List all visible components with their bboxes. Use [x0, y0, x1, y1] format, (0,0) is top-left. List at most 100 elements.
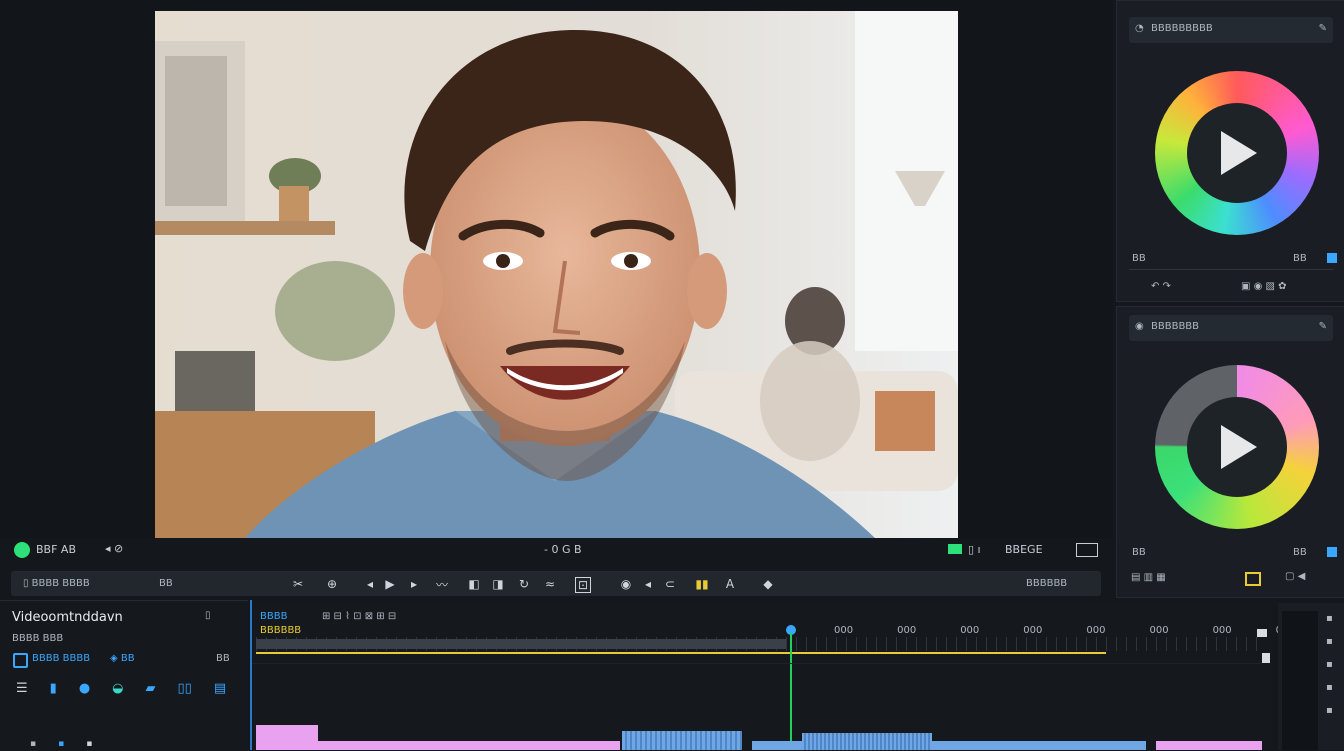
library-subtitle: BBBB BBB — [12, 633, 64, 644]
panel-bottom-header: ◉ BBBBBBB ✎ — [1129, 315, 1333, 341]
text-icon[interactable]: A — [723, 577, 737, 591]
clip[interactable] — [1156, 741, 1262, 750]
link-icon[interactable]: ⊂ — [663, 577, 677, 591]
close-icon[interactable]: ▯ — [205, 610, 211, 621]
color-wheel-bottom[interactable] — [1155, 365, 1319, 529]
panel-bottom-title: BBBBBBB — [1151, 321, 1200, 332]
viewer-toolbar: ▯ BBBB BBBB BB ✂ ⊕ ◂ ▶ ▸ 〰 ◧ ◨ ↻ ≈ ⊡ ◉ ◂… — [11, 571, 1101, 596]
pin-icon[interactable]: ⊕ — [325, 577, 339, 591]
square-icon[interactable]: ▪ — [1326, 705, 1333, 716]
zoom-handle[interactable] — [1257, 629, 1267, 637]
library-filter-icon[interactable]: ◈ BB — [110, 653, 135, 664]
color-panel-top: ◔ BBBBBBBBB ✎ BB BB ↶ ↷ ▣ ◉ ▧ ✿ — [1116, 0, 1344, 302]
grid-view-icon[interactable] — [1076, 543, 1098, 557]
tag-icon[interactable]: ✎ — [1319, 321, 1327, 332]
forward-icon[interactable]: ▸ — [407, 577, 421, 591]
square-icon[interactable]: ▪ — [1326, 659, 1333, 670]
ruler-mark: 000 — [960, 625, 980, 636]
volume-icon[interactable]: ◂ — [641, 577, 655, 591]
text-icon[interactable]: ▰ — [146, 681, 156, 696]
speed-icon[interactable]: ≈ — [543, 577, 557, 591]
effects-icon[interactable]: ◒ — [112, 681, 123, 696]
timeline-tools[interactable]: ⊞ ⊟ ⌇ ⊡ ⊠ ⊞ ⊟ — [322, 611, 396, 622]
square-icon[interactable]: ▪ — [1326, 682, 1333, 693]
library-tab[interactable]: BBBB BBBB — [32, 653, 90, 664]
panel-bottom-actions[interactable]: ▢ ◀ — [1285, 571, 1305, 582]
audio-icon[interactable]: ● — [79, 681, 90, 696]
timeline-clip-label: BBBBBB — [260, 625, 302, 636]
viewer-left-label: BBF AB — [36, 543, 76, 556]
crop-icon[interactable]: ⊡ — [575, 577, 591, 593]
square-icon[interactable]: ▪ — [1326, 613, 1333, 624]
panel-top-icon: ◔ — [1135, 23, 1144, 34]
green-flag-icon — [948, 544, 962, 554]
timecode-label: - 0 G B — [544, 543, 582, 556]
scissors-icon[interactable]: ✂ — [291, 577, 305, 591]
toolbar-right-label: BBBBBB — [1026, 578, 1068, 589]
library-bottom-tools: ▪ ▪ ▪ — [30, 739, 92, 749]
panel-top-title: BBBBBBBBB — [1151, 23, 1213, 34]
camera-icon[interactable]: ◉ — [619, 577, 633, 591]
panel-top-label-left: BB — [1132, 253, 1146, 264]
video-icon[interactable]: ▮ — [50, 681, 57, 696]
ruler-marks: 000 000 000 000 000 000 000 000 — [834, 625, 1295, 636]
viewer-left-gutter — [0, 0, 155, 538]
templates-icon[interactable]: ▤ — [214, 681, 226, 696]
marker-icon[interactable]: ▮▮ — [695, 577, 709, 591]
panel-top-header: ◔ BBBBBBBBB ✎ — [1129, 17, 1333, 43]
video-track[interactable] — [252, 663, 1262, 724]
video-viewer[interactable] — [155, 11, 958, 538]
meter-icons: ▪ ▪ ▪ ▪ ▪ — [1326, 613, 1333, 716]
panel-bottom-icon: ◉ — [1135, 321, 1144, 332]
audio-clip[interactable] — [622, 731, 742, 750]
viewer-top-gutter — [155, 0, 958, 11]
play-icon[interactable]: ▶ — [383, 577, 397, 591]
edit-icon[interactable]: ✎ — [1319, 23, 1327, 34]
media-library-panel: Videoomtnddavn ▯ BBBB BBB BBBB BBBB ◈ BB… — [0, 600, 248, 751]
settings-icon[interactable] — [1327, 547, 1337, 557]
ruler-mark: 000 — [1212, 625, 1232, 636]
list-icon[interactable]: ☰ — [16, 681, 28, 696]
panel-top-actions[interactable]: ▣ ◉ ▧ ✿ — [1241, 281, 1287, 292]
panel-bottom-tools[interactable]: ▤ ▥ ▦ — [1131, 572, 1166, 583]
record-indicator-icon — [14, 542, 30, 558]
library-title: Videoomtnddavn — [12, 610, 123, 625]
bottom-tool-icon[interactable]: ▪ — [30, 739, 36, 749]
loop-icon[interactable]: ↻ — [517, 577, 531, 591]
library-tab-icon[interactable] — [13, 653, 28, 668]
ruler-mark: 000 — [1086, 625, 1106, 636]
ruler-range — [256, 639, 786, 649]
mark-in-icon[interactable]: ◧ — [467, 577, 481, 591]
curve-icon[interactable]: 〰 — [435, 577, 449, 592]
rewind-icon[interactable]: ◂ — [363, 577, 377, 591]
audio-meter — [1282, 611, 1318, 750]
library-count: BB — [216, 653, 230, 664]
chevron-icon[interactable]: ◂ ⊘ — [105, 542, 123, 555]
scroll-handle[interactable] — [1262, 653, 1270, 663]
diamond-icon[interactable]: ◆ — [761, 577, 775, 591]
clip[interactable] — [256, 741, 620, 750]
folder-icon[interactable] — [1245, 572, 1261, 586]
mark-out-icon[interactable]: ◨ — [491, 577, 505, 591]
ruler-mark: 000 — [897, 625, 917, 636]
timeline-header-label: BBBB — [260, 611, 288, 622]
bottom-tool-icon[interactable]: ▪ — [58, 739, 64, 749]
viewer-right-label: BBEGE — [1005, 543, 1043, 556]
viewer-right-gutter — [958, 0, 1113, 538]
timeline[interactable]: BBBB ⊞ ⊟ ⌇ ⊡ ⊠ ⊞ ⊟ BBBBBB 000 000 000 00… — [252, 603, 1295, 750]
square-icon[interactable]: ▪ — [1326, 636, 1333, 647]
settings-icon[interactable] — [1327, 253, 1337, 263]
work-area-bar[interactable] — [256, 652, 1106, 654]
panel-bottom-label-left: BB — [1132, 547, 1146, 558]
undo-icon[interactable]: ↶ ↷ — [1151, 281, 1171, 292]
video-frame — [155, 11, 958, 538]
play-icon[interactable] — [1221, 131, 1257, 175]
transitions-icon[interactable]: ▯▯ — [178, 681, 192, 696]
toolbar-left-label: ▯ BBBB BBBB — [23, 578, 90, 589]
color-wheel-top[interactable] — [1155, 71, 1319, 235]
play-icon[interactable] — [1221, 425, 1257, 469]
audio-clip[interactable] — [802, 733, 932, 750]
bottom-tool-icon[interactable]: ▪ — [86, 739, 92, 749]
viewer-info-bar: BBF AB ◂ ⊘ - 0 G B ▯ ı BBEGE — [0, 538, 1113, 562]
clip[interactable] — [256, 725, 318, 741]
